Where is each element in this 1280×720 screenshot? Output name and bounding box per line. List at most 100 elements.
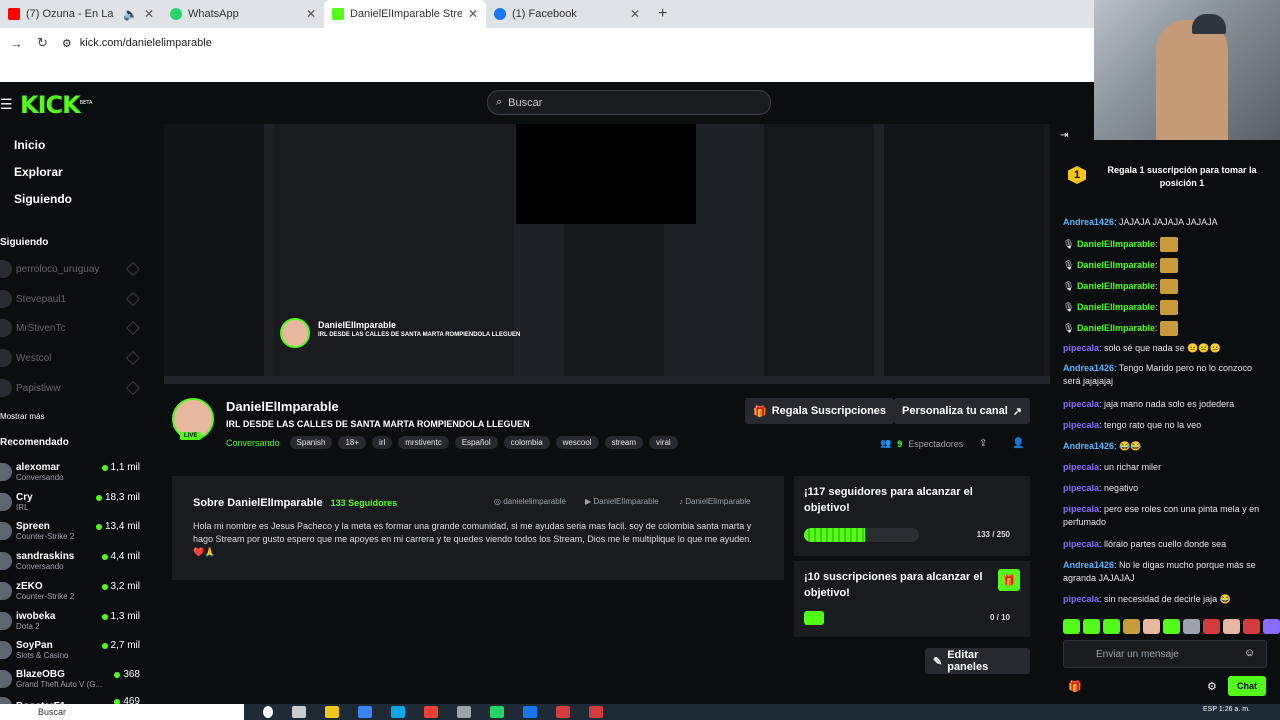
browser-tab-facebook[interactable]: (1) Facebook ✕ <box>486 0 648 28</box>
show-more-link[interactable]: Mostrar más <box>0 412 44 421</box>
chat-username[interactable]: Andrea1426 <box>1063 441 1114 451</box>
collapse-chat-icon[interactable]: ⇥ <box>1060 130 1068 141</box>
close-icon[interactable]: ✕ <box>468 7 478 21</box>
emote-icon[interactable] <box>1103 619 1120 634</box>
gift-icon[interactable]: 🎁 <box>998 569 1020 591</box>
store-icon[interactable] <box>358 706 372 718</box>
tiktok-link[interactable]: ♪ DanielElImparable <box>679 497 751 506</box>
chat-username[interactable]: DanielElImparable <box>1077 302 1155 312</box>
tag[interactable]: wescool <box>555 436 599 449</box>
emote-icon[interactable] <box>1263 619 1280 634</box>
task-view-icon[interactable] <box>292 706 306 718</box>
manage-user-icon[interactable]: 👤 <box>1012 438 1024 449</box>
chat-username[interactable]: pipecala <box>1063 462 1099 472</box>
emote-icon[interactable] <box>1083 619 1100 634</box>
tag[interactable]: irl <box>372 436 393 449</box>
recommended-item[interactable]: SoyPan Slots & Casino 2,7 mil <box>0 636 152 664</box>
following-item[interactable]: MrStivenTc <box>0 316 152 340</box>
following-item[interactable]: Westcol <box>0 346 152 370</box>
chat-username[interactable]: pipecala <box>1063 594 1099 604</box>
chat-username[interactable]: pipecala <box>1063 420 1099 430</box>
emote-icon[interactable] <box>1063 619 1080 634</box>
app-icon[interactable] <box>457 706 471 718</box>
menu-icon[interactable]: ☰ <box>0 96 13 113</box>
nav-explorar[interactable]: Explorar <box>14 165 63 179</box>
search-icon[interactable] <box>263 706 273 718</box>
nav-siguiendo[interactable]: Siguiendo <box>14 192 72 206</box>
close-icon[interactable]: ✕ <box>306 7 316 21</box>
chat-username[interactable]: DanielElImparable <box>1077 239 1155 249</box>
whatsapp-icon[interactable] <box>490 706 504 718</box>
instagram-link[interactable]: ◎ danielelimparable <box>494 497 566 506</box>
reload-icon[interactable]: ↻ <box>37 35 48 51</box>
nav-inicio[interactable]: Inicio <box>14 138 45 152</box>
emote-icon[interactable] <box>1163 619 1180 634</box>
recommended-item[interactable]: Spreen Counter-Strike 2 13,4 mil <box>0 517 152 545</box>
site-info-icon[interactable]: ⚙ <box>62 37 72 50</box>
emote-icon[interactable] <box>1203 619 1220 634</box>
chat-username[interactable]: pipecala <box>1063 343 1099 353</box>
tag[interactable]: mrstiventc <box>398 436 449 449</box>
chat-username[interactable]: DanielElImparable <box>1077 323 1155 333</box>
chat-username[interactable]: DanielElImparable <box>1077 260 1155 270</box>
emote-icon[interactable] <box>1243 619 1260 634</box>
tag[interactable]: stream <box>604 436 644 449</box>
recommended-item[interactable]: alexomar Conversando 1,1 mil <box>0 458 152 486</box>
record-icon[interactable] <box>589 706 603 718</box>
gift-subs-button[interactable]: 🎁 Regala Suscripciones <box>745 398 895 424</box>
emote-icon[interactable] <box>1143 619 1160 634</box>
mail-icon[interactable] <box>391 706 405 718</box>
gift-icon[interactable]: 🎁 <box>1068 680 1082 693</box>
recommended-item[interactable]: BlazeOBG Grand Theft Auto V (G... 368 <box>0 665 152 693</box>
browser-tab-kick[interactable]: DanielElImparable Stream - Wa✕ <box>324 0 486 28</box>
recommended-item[interactable]: iwobeka Dota 2 1,3 mil <box>0 607 152 635</box>
emote-icon[interactable] <box>1183 619 1200 634</box>
chat-username[interactable]: pipecala <box>1063 504 1099 514</box>
customize-channel-button[interactable]: Personaliza tu canal ↗ <box>894 398 1030 424</box>
chat-username[interactable]: Andrea1426 <box>1063 217 1114 227</box>
recommended-item[interactable]: Cry IRL 18,3 mil <box>0 488 152 516</box>
chat-username[interactable]: pipecala <box>1063 539 1099 549</box>
chat-username[interactable]: pipecala <box>1063 399 1099 409</box>
emote-icon[interactable] <box>1123 619 1140 634</box>
emoji-icon[interactable]: ☺ <box>1244 647 1255 659</box>
recommended-item[interactable]: sandraskins Conversando 4,4 mil <box>0 547 152 575</box>
chat-username[interactable]: pipecala <box>1063 483 1099 493</box>
settings-icon[interactable]: ⚙ <box>1207 680 1217 693</box>
app-icon[interactable] <box>523 706 537 718</box>
chat-username[interactable]: Andrea1426 <box>1063 363 1114 373</box>
close-icon[interactable]: ✕ <box>144 7 154 21</box>
chat-send-button[interactable]: Chat <box>1228 676 1266 696</box>
tag[interactable]: Spanish <box>289 436 333 449</box>
new-tab-button[interactable]: + <box>648 0 677 28</box>
following-item[interactable]: Stevepaul1 <box>0 287 152 311</box>
url-field[interactable]: ⚙ kick.com/danielelimparable <box>62 37 212 50</box>
taskbar-search[interactable]: Buscar <box>0 704 244 720</box>
share-icon[interactable]: ⇪ <box>979 438 987 449</box>
close-icon[interactable]: ✕ <box>630 7 640 21</box>
following-item[interactable]: perroloco_uruguay <box>0 257 152 281</box>
browser-tab-whatsapp[interactable]: WhatsApp ✕ <box>162 0 324 28</box>
edit-panels-button[interactable]: ✎ Editar paneles <box>925 648 1030 674</box>
tag[interactable]: 18+ <box>338 436 367 449</box>
folder-icon[interactable] <box>325 706 339 718</box>
category-link[interactable]: Conversando <box>226 438 280 448</box>
kick-logo[interactable]: KICKBETA <box>20 91 92 119</box>
chat-username[interactable]: DanielElImparable <box>1077 281 1155 291</box>
search-input[interactable]: ⌕ Buscar <box>487 90 771 115</box>
youtube-link[interactable]: ▶ DanielElImparable <box>585 497 659 506</box>
video-player[interactable]: DanielElImparable IRL DESDE LAS CALLES D… <box>164 124 1050 384</box>
emote-icon[interactable] <box>1223 619 1240 634</box>
chat-username[interactable]: Andrea1426 <box>1063 560 1114 570</box>
recommended-item[interactable]: zEKO Counter-Strike 2 3,2 mil <box>0 577 152 605</box>
app-icon[interactable] <box>556 706 570 718</box>
browser-tab-youtube[interactable]: (7) Ozuna - En La Intimidad🔈✕ <box>0 0 162 28</box>
chat-input[interactable]: Enviar un mensaje <box>1063 640 1267 668</box>
forward-icon[interactable]: → <box>10 36 23 51</box>
tag[interactable]: colombia <box>503 436 550 449</box>
mute-icon[interactable]: 🔈 <box>123 7 138 21</box>
channel-name[interactable]: DanielElImparable <box>226 399 339 414</box>
following-item[interactable]: Papistiww <box>0 376 152 400</box>
tag[interactable]: Español <box>454 436 498 449</box>
chrome-icon[interactable] <box>424 706 438 718</box>
